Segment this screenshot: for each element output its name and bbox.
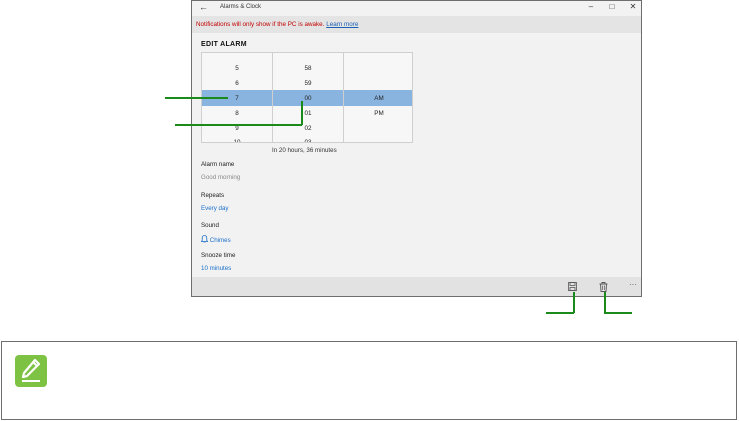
minute-callout-line [175,124,302,126]
edit-alarm-heading: EDIT ALARM [201,41,247,48]
bell-icon [200,235,209,243]
snooze-label: Snooze time [201,252,236,259]
note-box [1,341,737,420]
hour-callout-line [165,97,228,99]
alarms-window: ← Alarms & Clock – □ ✕ Notifications wil… [191,0,642,297]
hour-option[interactable]: 10 [202,139,272,142]
alarm-name-field[interactable]: Good morning [201,174,240,181]
time-picker[interactable]: 4 5 6 7 8 9 10 57 58 59 00 01 02 03 AM P… [201,52,413,143]
minute-option-selected[interactable]: 00 [273,95,343,102]
repeats-value[interactable]: Every day [201,205,229,212]
am-option-selected[interactable]: AM [344,95,412,102]
save-button[interactable] [566,282,578,294]
minimize-button[interactable]: – [584,2,598,11]
pencil-icon [15,355,47,387]
alarm-countdown: In 20 hours, 36 minutes [272,147,337,154]
hour-option[interactable]: 4 [202,53,272,55]
banner-text: Notifications will only show if the PC i… [196,21,327,28]
alarm-name-label: Alarm name [201,161,235,168]
hour-option[interactable]: 8 [202,110,272,117]
snooze-value[interactable]: 10 minutes [201,265,231,272]
more-button[interactable]: ··· [627,280,639,292]
delete-callout-line [604,312,632,314]
sound-label: Sound [201,222,219,229]
minute-option[interactable]: 57 [273,53,343,55]
minute-option[interactable]: 02 [273,125,343,132]
sound-selector[interactable]: Chimes [200,235,231,244]
save-icon [567,282,577,291]
title-bar: ← Alarms & Clock – □ ✕ [192,1,641,15]
minute-option[interactable]: 59 [273,80,343,87]
delete-button[interactable] [597,282,609,294]
minute-option[interactable]: 58 [273,65,343,72]
delete-icon [599,282,607,292]
maximize-button[interactable]: □ [605,2,619,11]
minute-callout-line-vertical [301,101,303,125]
minute-option[interactable]: 01 [273,110,343,117]
hour-option[interactable]: 9 [202,125,272,132]
pm-option[interactable]: PM [344,110,412,117]
hour-option[interactable]: 5 [202,65,272,72]
delete-callout-line-vertical [604,292,606,313]
save-callout-line [546,312,574,314]
minute-option[interactable]: 03 [273,139,343,142]
notification-banner: Notifications will only show if the PC i… [192,16,641,33]
hour-option[interactable]: 6 [202,80,272,87]
sound-value: Chimes [209,237,231,244]
repeats-label: Repeats [201,192,225,199]
close-button[interactable]: ✕ [626,2,640,11]
learn-more-link[interactable]: Learn more [326,21,358,28]
back-button[interactable]: ← [199,2,208,12]
save-callout-line-vertical [573,292,575,313]
app-title: Alarms & Clock [220,4,262,10]
